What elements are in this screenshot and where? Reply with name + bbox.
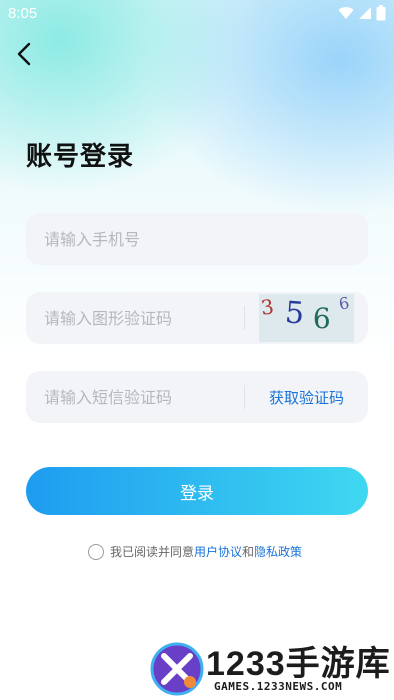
status-icons — [338, 5, 386, 21]
back-button[interactable] — [10, 40, 38, 68]
battery-icon — [376, 5, 386, 21]
captcha-char: 3 — [259, 294, 276, 320]
login-button[interactable]: 登录 — [26, 467, 368, 515]
watermark: 1233手游库 GAMES.1233NEWS.COM — [150, 636, 394, 700]
sms-input[interactable] — [26, 371, 244, 423]
wifi-icon — [338, 7, 354, 20]
sms-field: 获取验证码 — [26, 371, 368, 423]
captcha-char: 5 — [283, 295, 306, 332]
captcha-image[interactable]: 3 5 6 6 — [258, 294, 354, 342]
captcha-char: 6 — [312, 302, 331, 335]
watermark-site: GAMES.1233NEWS.COM — [214, 680, 343, 693]
agreement-prefix: 我已阅读并同意 — [110, 545, 195, 559]
user-agreement-link[interactable]: 用户协议 — [194, 543, 242, 560]
captcha-input[interactable] — [26, 292, 244, 344]
get-code-button[interactable]: 获取验证码 — [245, 387, 368, 408]
agreement-checkbox[interactable] — [88, 543, 104, 560]
watermark-brand: 1233手游库 — [206, 645, 391, 683]
page-title: 账号登录 — [26, 142, 135, 172]
phone-field — [26, 213, 368, 265]
agreement-and: 和 — [242, 545, 255, 559]
watermark-logo-icon — [150, 642, 204, 696]
privacy-policy-link[interactable]: 隐私政策 — [254, 543, 302, 560]
field-divider — [244, 306, 245, 330]
chevron-left-icon — [17, 42, 31, 66]
agreement-row: 我已阅读并同意 用户协议 和 隐私政策 — [88, 543, 302, 560]
captcha-field: 3 5 6 6 — [26, 292, 368, 344]
status-bar: 8:05 — [0, 0, 394, 28]
status-time: 8:05 — [8, 5, 38, 22]
phone-input[interactable] — [26, 213, 368, 265]
captcha-char: 6 — [337, 294, 351, 314]
signal-icon — [359, 7, 371, 19]
